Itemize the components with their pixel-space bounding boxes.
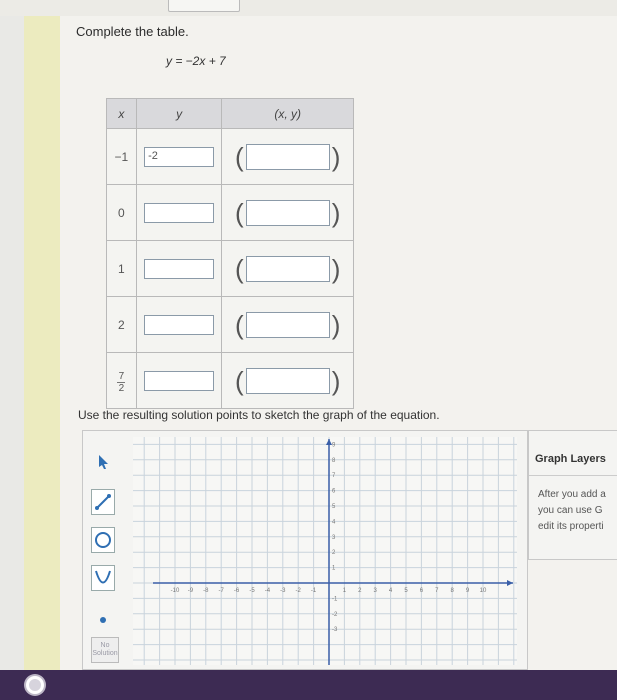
xy-cell: () bbox=[221, 184, 354, 241]
y-input[interactable]: -2 bbox=[144, 146, 215, 167]
x-cell: −1 bbox=[106, 128, 137, 185]
y-cell bbox=[135, 240, 223, 297]
graph-layers-help: After you add a you can use G edit its p… bbox=[538, 487, 617, 535]
x-tick-label: -9 bbox=[188, 588, 194, 594]
xy-input[interactable] bbox=[245, 311, 330, 338]
side-strip bbox=[24, 16, 60, 670]
x-cell: 0 bbox=[106, 184, 137, 241]
problem-page: Complete the table. y = −2x + 7 x y (x, … bbox=[24, 16, 617, 670]
open-paren: ( bbox=[235, 365, 244, 396]
top-bar bbox=[0, 0, 617, 16]
y-cell bbox=[135, 352, 223, 409]
table-row: 2 () bbox=[106, 296, 354, 353]
x-tick-label: -2 bbox=[296, 588, 302, 594]
y-tick-label: -3 bbox=[332, 627, 338, 633]
fraction-numerator: 7 bbox=[118, 370, 125, 382]
open-paren: ( bbox=[235, 197, 244, 228]
y-tick-label: -1 bbox=[332, 596, 338, 602]
x-tick-label: -7 bbox=[219, 588, 225, 594]
x-tick-label: -4 bbox=[265, 588, 271, 594]
parabola-tool[interactable] bbox=[91, 565, 115, 591]
equation: y = −2x + 7 bbox=[166, 54, 226, 68]
open-paren: ( bbox=[235, 309, 244, 340]
close-paren: ) bbox=[331, 309, 341, 340]
close-paren: ) bbox=[331, 197, 341, 228]
y-input[interactable] bbox=[144, 258, 215, 279]
table-row: 0 () bbox=[106, 184, 354, 241]
help-line: After you add a bbox=[538, 489, 606, 500]
fraction-denominator: 2 bbox=[118, 382, 125, 394]
y-cell bbox=[135, 184, 223, 241]
line-tool[interactable] bbox=[91, 489, 115, 515]
x-cell: 2 bbox=[106, 296, 137, 353]
divider bbox=[529, 475, 617, 476]
point-tool-icon bbox=[100, 617, 106, 623]
pointer-icon bbox=[99, 455, 108, 469]
xy-cell: () bbox=[221, 240, 354, 297]
close-paren: ) bbox=[331, 253, 341, 284]
no-solution-button[interactable]: No Solution bbox=[91, 637, 119, 663]
y-tick-label: -2 bbox=[332, 612, 338, 618]
table-header-row: x y (x, y) bbox=[106, 98, 354, 129]
point-tool[interactable] bbox=[91, 607, 115, 633]
xy-input[interactable] bbox=[245, 199, 330, 226]
record-button[interactable] bbox=[26, 676, 44, 694]
x-cell: 7 2 bbox=[106, 352, 137, 409]
top-button[interactable] bbox=[168, 0, 240, 12]
graph-layers-panel: Graph Layers After you add a you can use… bbox=[528, 430, 617, 560]
x-fraction: 7 2 bbox=[117, 370, 126, 394]
coordinate-grid[interactable]: -10-9-8-7-6-5-4-3-2-11234567891010987654… bbox=[133, 437, 517, 665]
graph-panel: No Solution -10 -9 -8 -7 -6 -5 -4 -3 -2 -1 1 2 3 4 5 6 7… bbox=[82, 430, 528, 670]
close-paren: ) bbox=[331, 365, 341, 396]
x-tick-label: 10 bbox=[480, 588, 487, 594]
xy-cell: () bbox=[221, 128, 354, 185]
no-solution-line2: Solution bbox=[92, 650, 118, 657]
xy-cell: () bbox=[221, 296, 354, 353]
y-cell bbox=[135, 296, 223, 353]
prompt-text: Complete the table. bbox=[76, 24, 189, 39]
value-table: x y (x, y) −1 -2 () 0 () 1 () 2 () 7 2 (… bbox=[106, 98, 354, 409]
x-cell: 1 bbox=[106, 240, 137, 297]
line-tool-icon bbox=[95, 494, 111, 510]
x-tick-label: -3 bbox=[280, 588, 286, 594]
xy-input[interactable] bbox=[245, 255, 330, 282]
circle-tool[interactable] bbox=[91, 527, 115, 553]
header-xy: (x, y) bbox=[221, 98, 354, 129]
header-x: x bbox=[106, 98, 137, 129]
table-row: 1 () bbox=[106, 240, 354, 297]
graph-layers-title: Graph Layers bbox=[535, 453, 606, 465]
xy-input[interactable] bbox=[245, 143, 330, 170]
help-line: you can use G bbox=[538, 505, 603, 516]
header-y: y bbox=[135, 98, 223, 129]
table-row: 7 2 () bbox=[106, 352, 354, 409]
xy-input[interactable] bbox=[245, 367, 330, 394]
x-tick-label: -6 bbox=[234, 588, 240, 594]
open-paren: ( bbox=[235, 141, 244, 172]
x-tick-label: -1 bbox=[311, 588, 317, 594]
instruction-text: Use the resulting solution points to ske… bbox=[78, 408, 440, 422]
table-row: −1 -2 () bbox=[106, 128, 354, 185]
help-line: edit its properti bbox=[538, 521, 604, 532]
open-paren: ( bbox=[235, 253, 244, 284]
y-cell: -2 bbox=[135, 128, 223, 185]
circle-tool-icon bbox=[95, 532, 111, 548]
graph-toolbar: No Solution bbox=[83, 431, 127, 671]
bottom-bar bbox=[0, 670, 617, 700]
xy-cell: () bbox=[221, 352, 354, 409]
x-tick-label: -8 bbox=[203, 588, 209, 594]
no-solution-line1: No bbox=[100, 642, 110, 649]
y-input[interactable] bbox=[144, 202, 215, 223]
y-input[interactable] bbox=[144, 370, 215, 391]
parabola-tool-icon bbox=[95, 570, 111, 584]
pointer-tool[interactable] bbox=[91, 449, 115, 475]
close-paren: ) bbox=[331, 141, 341, 172]
x-tick-label: -5 bbox=[249, 588, 255, 594]
y-input[interactable] bbox=[144, 314, 215, 335]
x-tick-label: -10 bbox=[171, 588, 180, 594]
